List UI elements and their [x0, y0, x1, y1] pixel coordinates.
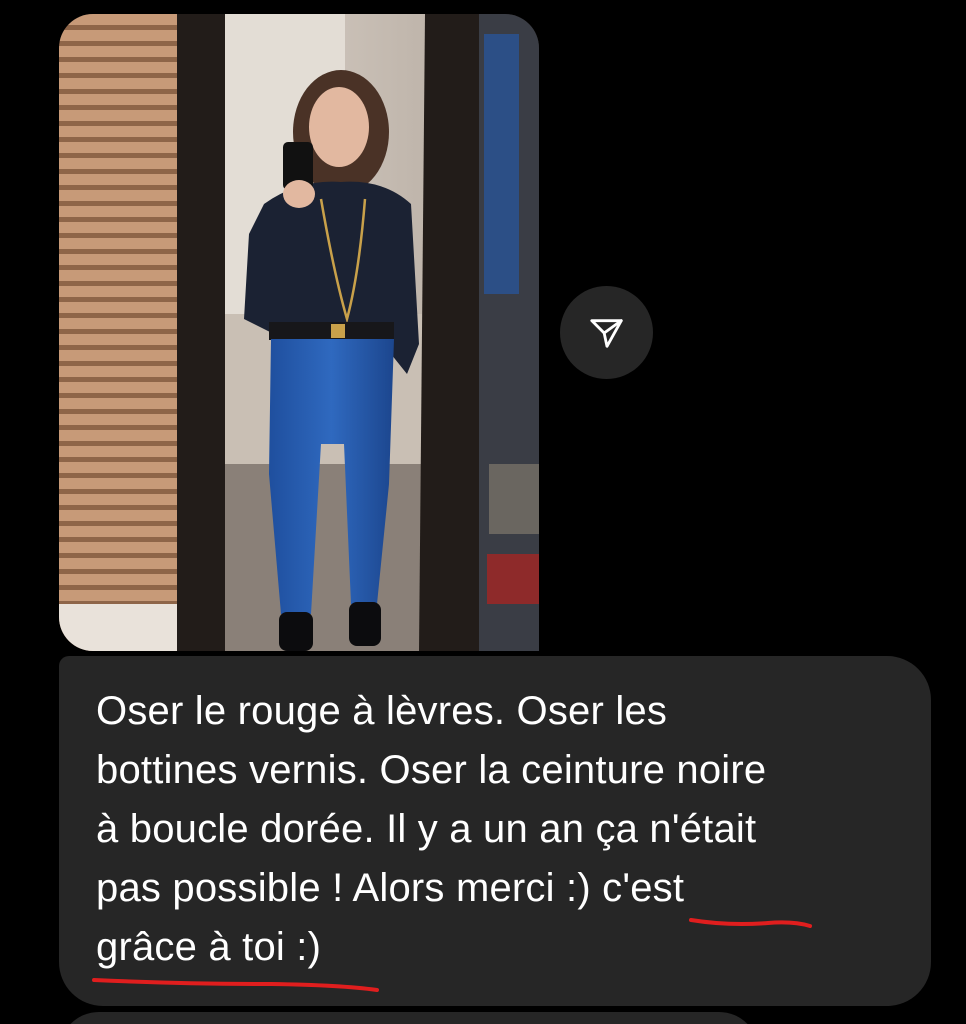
mirror-selfie-image: [59, 14, 539, 651]
next-message-bubble[interactable]: [59, 1012, 759, 1024]
message-line: à boucle dorée. Il y a un an ça n'était: [96, 807, 757, 851]
message-line: bottines vernis. Oser la ceinture noire: [96, 748, 767, 792]
chat-screen: Oser le rouge à lèvres. Oser les bottine…: [0, 0, 966, 1024]
red-underline-mark: [689, 918, 812, 928]
message-line: pas possible ! Alors merci :) c'est: [96, 866, 685, 910]
share-button[interactable]: [560, 286, 653, 379]
message-bubble[interactable]: Oser le rouge à lèvres. Oser les bottine…: [59, 656, 931, 1006]
photo-message[interactable]: [59, 14, 539, 651]
message-line: Oser le rouge à lèvres. Oser les: [96, 689, 668, 733]
message-text: Oser le rouge à lèvres. Oser les bottine…: [96, 682, 891, 977]
red-underline-mark: [92, 978, 379, 992]
paper-plane-icon: [589, 318, 623, 348]
